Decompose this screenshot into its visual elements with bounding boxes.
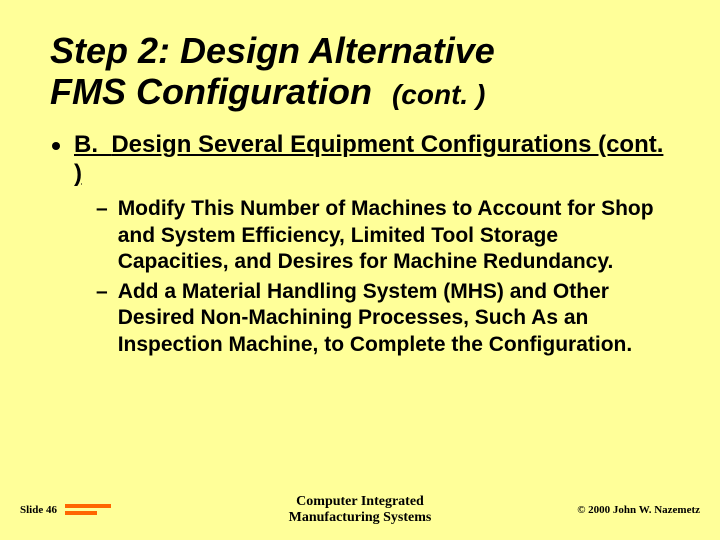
title-line2: FMS Configuration bbox=[50, 71, 372, 112]
footer-right: © 2000 John W. Nazemetz bbox=[473, 504, 700, 516]
bullet-dot-icon bbox=[52, 142, 60, 150]
slide-title: Step 2: Design Alternative FMS Configura… bbox=[50, 30, 670, 113]
sub-bullet-item: – Add a Material Handling System (MHS) a… bbox=[96, 279, 670, 358]
bullet-main-text: B. Design Several Equipment Configuratio… bbox=[74, 131, 670, 189]
footer-center-line1: Computer Integrated bbox=[296, 494, 424, 509]
bullet-main: B. Design Several Equipment Configuratio… bbox=[52, 131, 670, 189]
copyright: © 2000 John W. Nazemetz bbox=[577, 504, 700, 516]
footer: Slide 46 Computer Integrated Manufacturi… bbox=[0, 494, 720, 526]
title-line1: Step 2: Design Alternative bbox=[50, 30, 495, 71]
sub-bullet-text: Add a Material Handling System (MHS) and… bbox=[118, 279, 670, 358]
footer-center: Computer Integrated Manufacturing System… bbox=[247, 494, 474, 526]
footer-left: Slide 46 bbox=[20, 501, 247, 518]
accent-bars-icon bbox=[65, 501, 111, 518]
bullet-letter: B. bbox=[74, 131, 98, 158]
sub-bullet-list: – Modify This Number of Machines to Acco… bbox=[96, 196, 670, 358]
slide-number: Slide 46 bbox=[20, 504, 57, 516]
title-cont: (cont. ) bbox=[392, 79, 485, 110]
footer-center-line2: Manufacturing Systems bbox=[289, 510, 432, 525]
dash-icon: – bbox=[96, 196, 108, 275]
bullet-body: Design Several Equipment Configurations … bbox=[74, 131, 663, 187]
sub-bullet-text: Modify This Number of Machines to Accoun… bbox=[118, 196, 670, 275]
dash-icon: – bbox=[96, 279, 108, 358]
slide: Step 2: Design Alternative FMS Configura… bbox=[0, 0, 720, 540]
sub-bullet-item: – Modify This Number of Machines to Acco… bbox=[96, 196, 670, 275]
